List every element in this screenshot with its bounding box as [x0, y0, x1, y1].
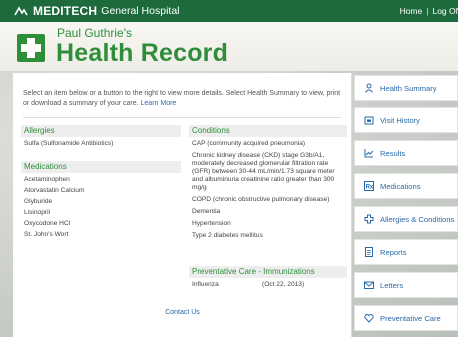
patient-name: Paul Guthrie's: [57, 26, 132, 40]
title-header: Paul Guthrie's Health Record: [0, 22, 458, 71]
intro-text: Select an item below or a button to the …: [23, 89, 341, 108]
sidebar-item-label: Results: [380, 148, 406, 158]
sidebar-item-label: Health Summary: [380, 83, 437, 93]
right-column: Conditions CAP (community acquired pneum…: [189, 125, 347, 240]
immunization-date: (Oct 22, 2013): [262, 281, 305, 288]
preventive-care-section: Preventative Care - Immunizations Influe…: [189, 266, 347, 288]
medication-item[interactable]: Lisinopril: [21, 207, 181, 218]
medication-item[interactable]: Atorvastatin Calcium: [21, 185, 181, 196]
preventive-heading[interactable]: Preventative Care - Immunizations: [189, 266, 347, 278]
top-bar: MEDITECH General Hospital Home | Log Of: [0, 0, 458, 22]
chart-line-icon: [364, 148, 374, 158]
brand[interactable]: MEDITECH General Hospital: [14, 4, 180, 18]
sidebar-item-medications[interactable]: Rx Medications: [354, 173, 458, 199]
rx-icon: Rx: [364, 181, 374, 191]
medication-item[interactable]: Acetaminophen: [21, 174, 181, 185]
sidebar: Health Summary Visit History Results Rx …: [354, 73, 458, 337]
page-title: Health Record: [56, 39, 229, 67]
medication-item[interactable]: St. John's Wort: [21, 229, 181, 240]
allergies-heading[interactable]: Allergies: [21, 125, 181, 137]
medication-item[interactable]: Oxycodone HCl: [21, 218, 181, 229]
sidebar-item-label: Medications: [380, 181, 421, 191]
condition-item[interactable]: CAP (community acquired pneumonia): [189, 140, 347, 148]
condition-item[interactable]: Chronic kidney disease (CKD) stage G3b/A…: [189, 152, 347, 192]
meditech-logo-icon: [14, 6, 28, 16]
allergy-item[interactable]: Sulfa (Sulfonamide Antibiotics): [21, 140, 181, 148]
conditions-heading[interactable]: Conditions: [189, 125, 347, 137]
health-cross-icon: [17, 34, 45, 62]
intro-body: Select an item below or a button to the …: [23, 90, 341, 107]
condition-item[interactable]: Hypertension: [189, 220, 347, 228]
immunization-name: Influenza: [192, 281, 219, 288]
sidebar-item-label: Allergies & Conditions: [380, 214, 455, 224]
learn-more-link[interactable]: Learn More: [141, 100, 177, 107]
document-icon: [364, 247, 374, 257]
divider: [23, 117, 341, 118]
log-off-link[interactable]: Log Of: [432, 6, 458, 16]
medication-item[interactable]: Glyburide: [21, 196, 181, 207]
calendar-icon: [364, 115, 374, 125]
sidebar-item-label: Visit History: [380, 115, 420, 125]
sidebar-item-health-summary[interactable]: Health Summary: [354, 75, 458, 101]
sidebar-item-letters[interactable]: Letters: [354, 272, 458, 298]
sidebar-item-label: Preventative Care: [380, 313, 441, 323]
contact-us-link[interactable]: Contact Us: [13, 309, 352, 316]
immunization-row[interactable]: Influenza (Oct 22, 2013): [189, 281, 347, 288]
svg-text:Rx: Rx: [366, 185, 374, 191]
sidebar-item-results[interactable]: Results: [354, 140, 458, 166]
sidebar-item-allergies-conditions[interactable]: Allergies & Conditions: [354, 206, 458, 232]
left-column: Allergies Sulfa (Sulfonamide Antibiotics…: [21, 125, 181, 240]
medical-cross-icon: [364, 214, 374, 224]
sidebar-item-visit-history[interactable]: Visit History: [354, 107, 458, 133]
brand-name: MEDITECH: [33, 4, 98, 18]
hospital-name: General Hospital: [101, 5, 180, 17]
sidebar-item-reports[interactable]: Reports: [354, 239, 458, 265]
medications-list: Acetaminophen Atorvastatin Calcium Glybu…: [21, 174, 181, 240]
condition-item[interactable]: Dementia: [189, 208, 347, 216]
condition-item[interactable]: Type 2 diabetes mellitus: [189, 232, 347, 240]
sidebar-item-label: Reports: [380, 247, 407, 257]
home-link[interactable]: Home: [400, 6, 423, 16]
medications-heading[interactable]: Medications: [21, 161, 181, 173]
sidebar-item-preventative-care[interactable]: Preventative Care: [354, 305, 458, 331]
sidebar-item-label: Letters: [380, 280, 404, 290]
person-icon: [364, 83, 374, 93]
envelope-icon: [364, 280, 374, 290]
link-separator: |: [426, 6, 429, 16]
top-links: Home | Log Of: [396, 0, 458, 22]
heart-icon: [364, 313, 374, 323]
main-panel: Select an item below or a button to the …: [13, 73, 352, 337]
conditions-list: CAP (community acquired pneumonia) Chron…: [189, 140, 347, 240]
condition-item[interactable]: COPD (chronic obstructive pulmonary dise…: [189, 196, 347, 204]
